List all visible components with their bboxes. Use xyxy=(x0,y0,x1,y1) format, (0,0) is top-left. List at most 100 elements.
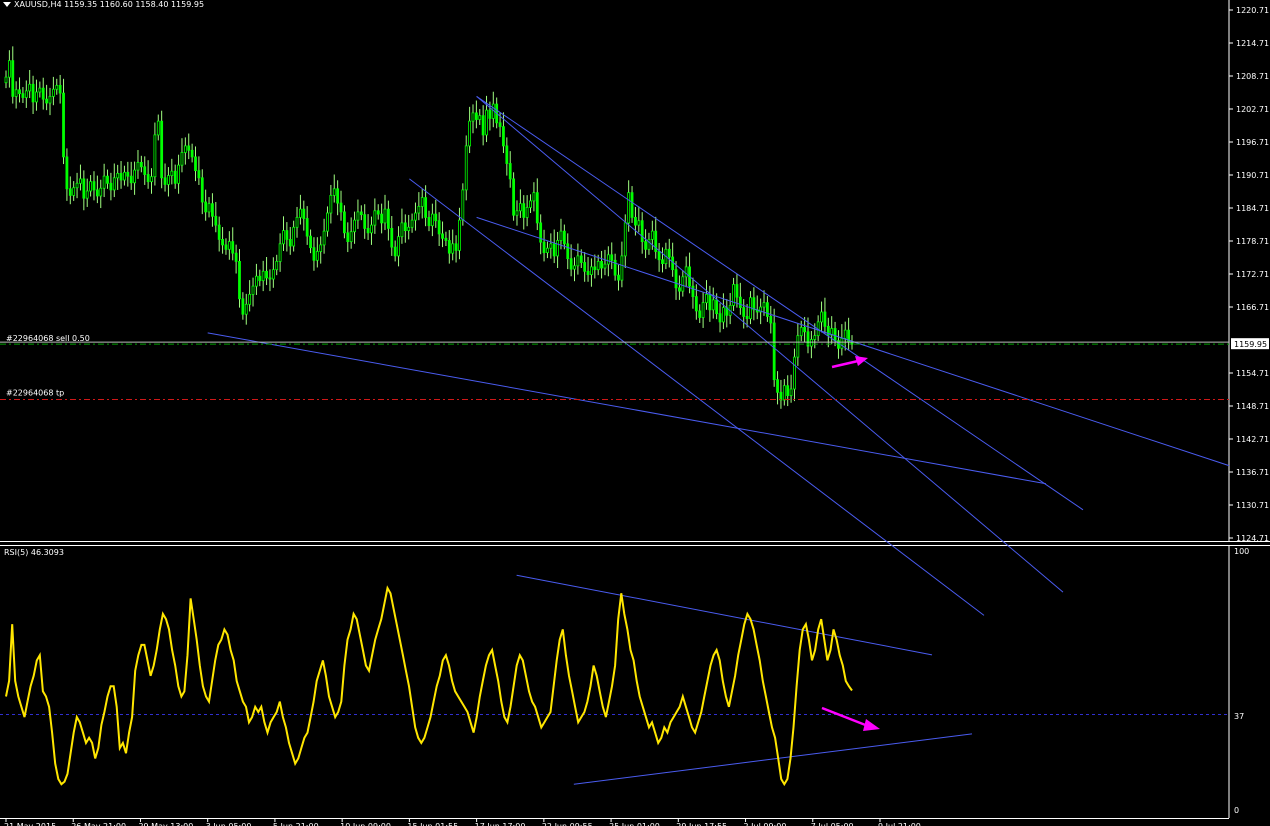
rsi-trendline xyxy=(516,574,933,656)
candle-body xyxy=(163,177,167,185)
candle-body xyxy=(173,170,177,184)
candle-body xyxy=(82,178,86,199)
candle-body xyxy=(244,303,248,315)
candle-body xyxy=(85,190,89,199)
candle-body xyxy=(224,244,228,250)
rsi-tick-37: 37 xyxy=(1234,712,1244,721)
candle-body xyxy=(62,92,65,158)
candle-body xyxy=(72,187,76,196)
candle-body xyxy=(119,173,123,181)
candle-body xyxy=(397,236,400,257)
candle-body xyxy=(488,109,492,119)
candle-body xyxy=(302,208,306,219)
candle-body xyxy=(562,230,566,245)
rsi-trendline xyxy=(573,733,973,785)
candle-body xyxy=(214,215,218,226)
candle-body xyxy=(552,243,556,257)
candle-body xyxy=(512,178,515,216)
candle-body xyxy=(735,284,739,298)
time-tick-label: 9 Jul 21:00 xyxy=(878,822,921,826)
candle-body xyxy=(705,294,708,304)
price-tick-label: 1172.71 xyxy=(1236,270,1269,279)
candle-body xyxy=(620,255,624,281)
candle-body xyxy=(640,220,644,243)
candle-body xyxy=(58,85,62,94)
candle-body xyxy=(779,391,783,401)
candle-body xyxy=(268,277,272,280)
candle-body xyxy=(525,207,529,218)
candle-body xyxy=(474,112,478,120)
candle-body xyxy=(769,316,773,324)
candle-body xyxy=(363,214,367,229)
candle-body xyxy=(146,174,150,183)
price-tick-label: 1148.71 xyxy=(1236,402,1269,411)
candle-body xyxy=(745,316,749,320)
candle-body xyxy=(549,243,553,249)
candle-body xyxy=(197,170,201,179)
candle-body xyxy=(485,109,488,136)
candle-body xyxy=(657,251,661,261)
candle-body xyxy=(789,388,793,397)
candle-body xyxy=(265,270,268,279)
candle-body xyxy=(518,203,522,212)
price-tick-label: 1124.71 xyxy=(1236,534,1269,543)
tp-order-label: #22964068 tp xyxy=(6,388,64,397)
candle-body xyxy=(742,307,746,317)
candle-body xyxy=(590,266,593,276)
candle-body xyxy=(339,202,343,213)
candle-body xyxy=(603,263,607,269)
candle-body xyxy=(447,240,451,254)
candle-body xyxy=(593,266,597,271)
candle-body xyxy=(102,175,106,189)
candle-body xyxy=(407,226,411,232)
candle-body xyxy=(282,230,285,245)
price-tick-label: 1136.71 xyxy=(1236,468,1269,477)
candle-body xyxy=(380,213,384,224)
candle-body xyxy=(481,115,485,136)
candle-body xyxy=(275,261,279,271)
candle-body xyxy=(430,213,434,227)
candle-body xyxy=(24,90,28,98)
candle-body xyxy=(177,164,180,184)
candle-body xyxy=(221,239,224,246)
candle-body xyxy=(278,243,282,262)
candle-body xyxy=(556,240,559,257)
candle-body xyxy=(833,328,837,342)
candle-body xyxy=(803,327,807,333)
candle-body xyxy=(566,243,570,260)
rsi-title: RSI(5) 46.3093 xyxy=(4,548,64,557)
candle-body xyxy=(309,235,312,249)
candle-body xyxy=(674,269,678,289)
candle-body xyxy=(65,156,69,190)
candle-body xyxy=(762,302,766,308)
candle-body xyxy=(299,208,302,218)
candle-body xyxy=(359,211,363,216)
candle-body xyxy=(139,162,143,168)
price-tick-label: 1208.71 xyxy=(1236,72,1269,81)
candle-body xyxy=(288,239,292,247)
candle-body xyxy=(51,88,55,97)
candle-body xyxy=(464,145,468,191)
candle-body xyxy=(471,112,475,122)
candle-body xyxy=(136,162,140,171)
price-tick-label: 1130.71 xyxy=(1236,501,1269,510)
candle-body xyxy=(478,115,482,120)
candle-body xyxy=(11,60,15,97)
candle-body xyxy=(681,276,685,292)
price-tick-label: 1214.71 xyxy=(1236,39,1269,48)
candle-body xyxy=(366,228,370,234)
candle-body xyxy=(637,220,641,226)
candle-body xyxy=(711,299,715,311)
candle-body xyxy=(579,255,583,263)
candle-body xyxy=(820,311,823,323)
candle-body xyxy=(48,96,52,104)
candle-body xyxy=(813,335,817,340)
candle-body xyxy=(7,60,11,78)
candle-body xyxy=(840,338,844,349)
candle-body xyxy=(187,145,191,151)
rsi-panel: RSI(5) 46.3093 100 37 0 xyxy=(0,546,1249,818)
candle-body xyxy=(809,339,813,347)
candle-body xyxy=(376,210,380,215)
rsi-tick-100: 100 xyxy=(1234,547,1249,556)
candle-body xyxy=(55,85,59,90)
